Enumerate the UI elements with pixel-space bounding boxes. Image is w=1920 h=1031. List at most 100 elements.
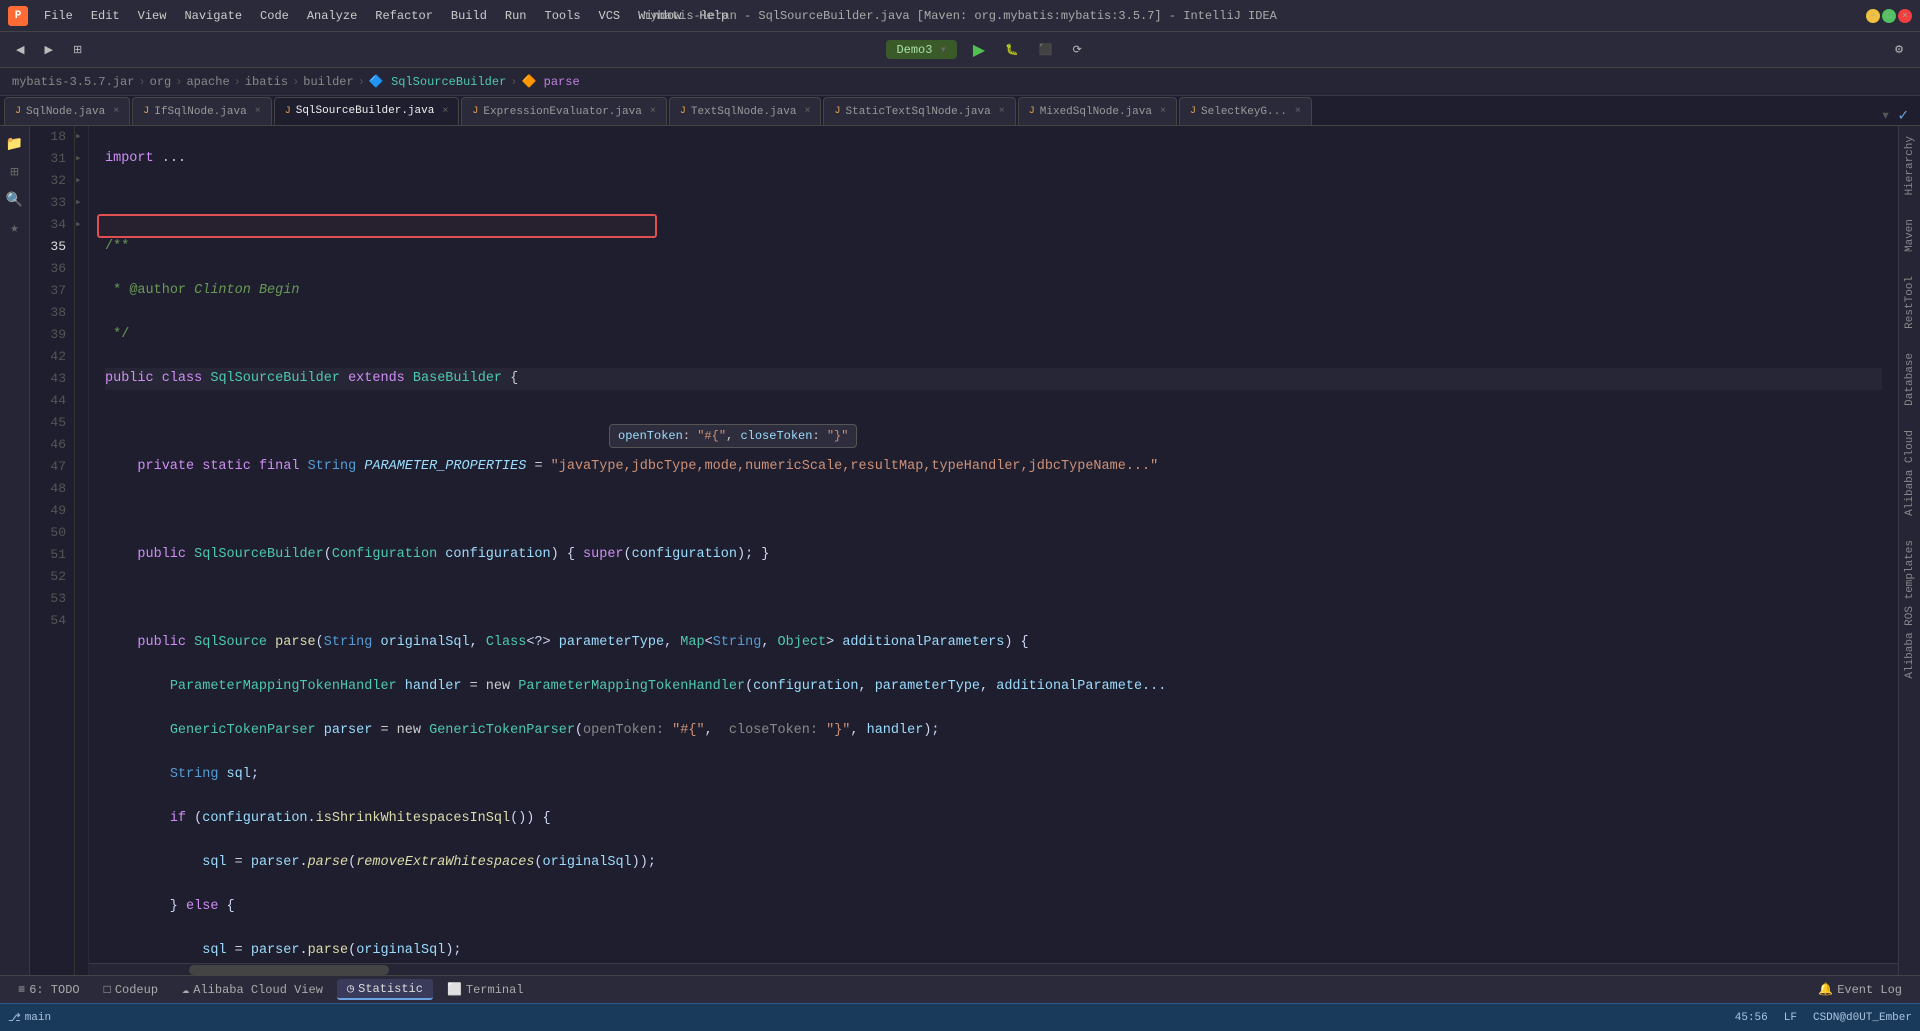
tab-mixedsqlnode[interactable]: J MixedSqlNode.java × bbox=[1018, 97, 1177, 125]
menu-refactor[interactable]: Refactor bbox=[367, 7, 441, 25]
line-num-18: 18 bbox=[30, 126, 66, 148]
structure-icon[interactable]: ⊞ bbox=[5, 162, 25, 182]
tab-overflow-button[interactable]: ▾ bbox=[1881, 105, 1899, 125]
line-num-52: 52 bbox=[30, 566, 66, 588]
codeup-icon: □ bbox=[104, 983, 111, 997]
minimize-button[interactable]: − bbox=[1866, 9, 1880, 23]
tab-close-ifsqlnode[interactable]: × bbox=[255, 106, 261, 117]
menu-code[interactable]: Code bbox=[252, 7, 297, 25]
app-icon: P bbox=[8, 6, 28, 26]
todo-icon: ≡ bbox=[18, 983, 25, 997]
run-config-selector[interactable]: Demo3 ▾ bbox=[886, 40, 956, 59]
hierarchy-panel[interactable]: Hierarchy bbox=[1902, 130, 1918, 201]
menu-analyze[interactable]: Analyze bbox=[299, 7, 365, 25]
code-content: import ... /** * @author Clinton Begin *… bbox=[89, 126, 1898, 975]
tab-sqlnode[interactable]: J SqlNode.java × bbox=[4, 97, 130, 125]
forward-button[interactable]: ▶ bbox=[36, 39, 60, 60]
explorer-icon[interactable]: 🔍 bbox=[5, 190, 25, 210]
tab-expressionevaluator[interactable]: J ExpressionEvaluator.java × bbox=[461, 97, 666, 125]
settings-button[interactable]: ⚙ bbox=[1886, 39, 1912, 60]
code-line-18: import ... bbox=[105, 148, 1882, 170]
breadcrumb-sep-4: › bbox=[358, 75, 365, 89]
tab-textsqlnode[interactable]: J TextSqlNode.java × bbox=[669, 97, 822, 125]
tab-close-selectkeyg[interactable]: × bbox=[1295, 106, 1301, 117]
horizontal-scrollbar[interactable] bbox=[89, 963, 1898, 975]
breadcrumb-ibatis[interactable]: ibatis bbox=[245, 75, 288, 89]
bookmark-icon[interactable]: ✓ bbox=[1898, 105, 1908, 125]
menu-build[interactable]: Build bbox=[443, 7, 495, 25]
project-icon[interactable]: 📁 bbox=[5, 134, 25, 154]
alibaba-cloud-view-button[interactable]: ☁ Alibaba Cloud View bbox=[172, 980, 333, 999]
main-layout: 📁 ⊞ 🔍 ★ 18 31 32 33 34 35 36 37 38 39 42… bbox=[0, 126, 1920, 975]
code-line-45: GenericTokenParser parser = new GenericT… bbox=[105, 720, 1882, 742]
todo-label: 6: TODO bbox=[29, 983, 79, 997]
menu-file[interactable]: File bbox=[36, 7, 81, 25]
line-num-46: 46 bbox=[30, 434, 66, 456]
tab-selectkeyg[interactable]: J SelectKeyG... × bbox=[1179, 97, 1312, 125]
recent-files-button[interactable]: ⊞ bbox=[65, 39, 90, 60]
codeup-panel-button[interactable]: □ Codeup bbox=[94, 981, 168, 999]
rest-tool-panel[interactable]: RestTool bbox=[1902, 270, 1918, 335]
bottom-toolbar: ≡ 6: TODO □ Codeup ☁ Alibaba Cloud View … bbox=[0, 975, 1920, 1003]
event-log-button[interactable]: 🔔 Event Log bbox=[1808, 980, 1912, 999]
line-num-45: 45 bbox=[30, 412, 66, 434]
terminal-panel-button[interactable]: ⬜ Terminal bbox=[437, 980, 534, 999]
back-button[interactable]: ◀ bbox=[8, 39, 32, 60]
window-title: mybatis-leran - SqlSourceBuilder.java [M… bbox=[643, 9, 1277, 23]
tab-close-sqlsourcebuilder[interactable]: × bbox=[442, 106, 448, 117]
breadcrumb-sep-5: › bbox=[510, 75, 517, 89]
menu-tools[interactable]: Tools bbox=[537, 7, 589, 25]
tab-close-textsqlnode[interactable]: × bbox=[804, 106, 810, 117]
line-num-35: 35 bbox=[30, 236, 66, 258]
tab-sqlsourcebuilder[interactable]: J SqlSourceBuilder.java × bbox=[274, 97, 460, 125]
profile-button[interactable]: ⟳ bbox=[1065, 39, 1090, 60]
line-num-38: 38 bbox=[30, 302, 66, 324]
menu-vcs[interactable]: VCS bbox=[591, 7, 629, 25]
database-panel[interactable]: Database bbox=[1902, 347, 1918, 412]
breadcrumb-builder[interactable]: builder bbox=[303, 75, 353, 89]
breadcrumb-jar[interactable]: mybatis-3.5.7.jar bbox=[12, 75, 134, 89]
tab-ifsqlnode[interactable]: J IfSqlNode.java × bbox=[132, 97, 271, 125]
window-controls: − □ × bbox=[1866, 9, 1912, 23]
menu-run[interactable]: Run bbox=[497, 7, 535, 25]
todo-panel-button[interactable]: ≡ 6: TODO bbox=[8, 981, 90, 999]
maximize-button[interactable]: □ bbox=[1882, 9, 1896, 23]
alibaba-cloud-panel[interactable]: Alibaba Cloud bbox=[1902, 424, 1918, 522]
tab-statictextsqlnode[interactable]: J StaticTextSqlNode.java × bbox=[823, 97, 1015, 125]
menu-edit[interactable]: Edit bbox=[83, 7, 128, 25]
breadcrumb-org[interactable]: org bbox=[150, 75, 172, 89]
code-line-35: public class SqlSourceBuilder extends Ba… bbox=[105, 368, 1882, 390]
tab-close-mixedsqlnode[interactable]: × bbox=[1160, 106, 1166, 117]
line-num-48: 48 bbox=[30, 478, 66, 500]
breadcrumb-apache[interactable]: apache bbox=[186, 75, 229, 89]
line-num-50: 50 bbox=[30, 522, 66, 544]
line-num-36: 36 bbox=[30, 258, 66, 280]
coverage-button[interactable]: ⬛ bbox=[1031, 39, 1061, 60]
scrollbar-thumb[interactable] bbox=[189, 965, 389, 975]
charset-label: CSDN@d0UT_Ember bbox=[1813, 1012, 1912, 1024]
code-line-33: * @author Clinton Begin bbox=[105, 280, 1882, 302]
maven-panel[interactable]: Maven bbox=[1902, 213, 1918, 258]
git-branch: main bbox=[25, 1012, 51, 1024]
line-ending-status: LF bbox=[1784, 1012, 1797, 1024]
run-button[interactable]: ▶ bbox=[965, 36, 993, 64]
event-log-icon: 🔔 bbox=[1818, 982, 1833, 997]
tab-close-expressionevaluator[interactable]: × bbox=[650, 106, 656, 117]
alibaba-ros-panel[interactable]: Alibaba ROS templates bbox=[1902, 534, 1918, 685]
line-num-43: 43 bbox=[30, 368, 66, 390]
debug-button[interactable]: 🐛 bbox=[997, 39, 1027, 60]
tab-close-statictextsqlnode[interactable]: × bbox=[999, 106, 1005, 117]
breadcrumb-method[interactable]: 🔶 parse bbox=[521, 74, 579, 89]
favorites-icon[interactable]: ★ bbox=[5, 218, 25, 238]
line-num-31: 31 bbox=[30, 148, 66, 170]
code-editor[interactable]: openToken: "#{", closeToken: "}" import … bbox=[89, 126, 1898, 975]
code-line-34: */ bbox=[105, 324, 1882, 346]
breadcrumb-class[interactable]: 🔷 SqlSourceBuilder bbox=[369, 74, 506, 89]
tab-close-sqlnode[interactable]: × bbox=[113, 106, 119, 117]
statistic-panel-button[interactable]: ◷ Statistic bbox=[337, 979, 433, 1000]
code-line-46: String sql; bbox=[105, 764, 1882, 786]
menu-view[interactable]: View bbox=[130, 7, 175, 25]
code-line-50: sql = parser.parse(originalSql); bbox=[105, 940, 1882, 962]
menu-navigate[interactable]: Navigate bbox=[176, 7, 250, 25]
close-button[interactable]: × bbox=[1898, 9, 1912, 23]
